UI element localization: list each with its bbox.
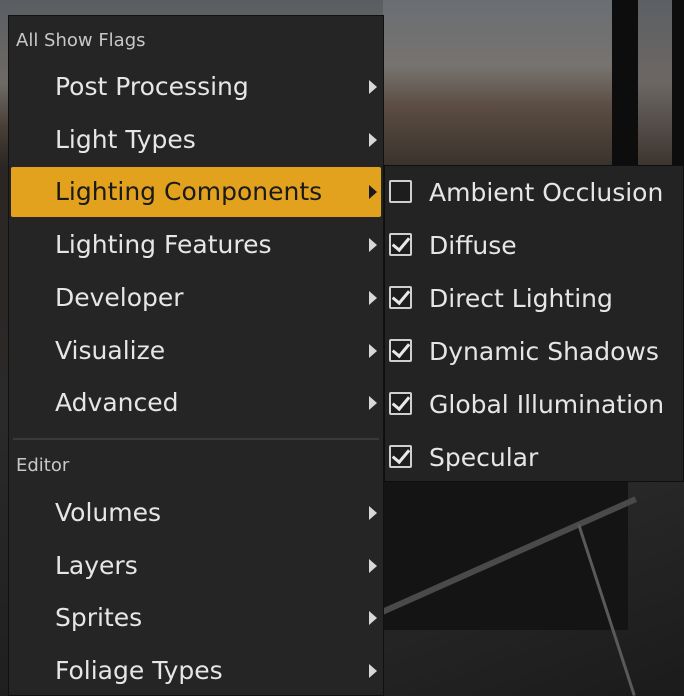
menu-item-label: Developer [55,283,184,312]
menu-item-label: Foliage Types [55,656,223,685]
menu-item-lighting-features[interactable]: Lighting Features [11,220,381,270]
submenu-item-label: Global Illumination [429,390,665,419]
viewport-sky [383,0,613,165]
checkmark-icon [391,232,411,253]
submenu-arrow-icon [369,664,377,678]
submenu-arrow-icon [369,559,377,573]
menu-item-advanced[interactable]: Advanced [11,378,381,428]
viewport-pillar [612,0,638,175]
submenu-item-label: Direct Lighting [429,284,613,313]
submenu-item-global-illumination[interactable]: Global Illumination [385,378,683,431]
submenu-item-diffuse[interactable]: Diffuse [385,219,683,272]
menu-item-post-processing[interactable]: Post Processing [11,62,381,112]
menu-item-visualize[interactable]: Visualize [11,326,381,376]
viewport-sky-right [638,0,672,165]
submenu-item-specular[interactable]: Specular [385,431,683,484]
menu-separator [13,438,379,440]
submenu-arrow-icon [369,238,377,252]
section-header-editor: Editor [16,455,70,476]
submenu-arrow-icon [369,611,377,625]
checkbox-direct-lighting[interactable] [389,285,412,309]
menu-item-label: Light Types [55,125,196,154]
submenu-arrow-icon [369,344,377,358]
menu-item-label: Visualize [55,336,166,365]
submenu-item-ambient-occlusion[interactable]: Ambient Occlusion [385,166,683,219]
menu-item-volumes[interactable]: Volumes [11,488,381,538]
menu-item-label: Lighting Components [55,177,323,206]
menu-item-foliage-types[interactable]: Foliage Types [11,646,381,696]
menu-item-label: Sprites [55,603,143,632]
submenu-item-label: Specular [429,443,539,472]
submenu-item-label: Dynamic Shadows [429,337,659,366]
submenu-arrow-icon [369,80,377,94]
menu-item-label: Advanced [55,388,179,417]
menu-item-label: Volumes [55,498,162,527]
submenu-arrow-icon [369,133,377,147]
checkbox-diffuse[interactable] [389,232,412,256]
checkmark-icon [391,444,411,465]
lighting-components-submenu: Ambient Occlusion Diffuse Direct Lightin… [384,165,684,482]
viewport-pillar [672,0,684,175]
show-flags-menu: All Show Flags Post Processing Light Typ… [8,15,384,696]
menu-item-sprites[interactable]: Sprites [11,593,381,643]
checkmark-icon [391,391,411,412]
checkbox-specular[interactable] [389,444,412,468]
submenu-arrow-icon [369,291,377,305]
submenu-item-label: Diffuse [429,231,517,260]
checkbox-global-illumination[interactable] [389,391,412,415]
menu-item-developer[interactable]: Developer [11,273,381,323]
checkbox-ambient-occlusion[interactable] [389,180,412,203]
submenu-item-dynamic-shadows[interactable]: Dynamic Shadows [385,325,683,378]
menu-item-label: Layers [55,551,138,580]
submenu-item-direct-lighting[interactable]: Direct Lighting [385,272,683,325]
submenu-arrow-icon [369,506,377,520]
checkmark-icon [391,285,411,306]
checkmark-icon [391,338,411,359]
submenu-item-label: Ambient Occlusion [429,178,664,207]
submenu-arrow-icon [369,185,377,199]
menu-item-layers[interactable]: Layers [11,541,381,591]
submenu-arrow-icon [369,396,377,410]
menu-item-light-types[interactable]: Light Types [11,115,381,165]
menu-item-label: Post Processing [55,72,249,101]
menu-item-label: Lighting Features [55,230,272,259]
checkbox-dynamic-shadows[interactable] [389,338,412,362]
section-header-all-show-flags: All Show Flags [16,30,146,51]
menu-item-lighting-components[interactable]: Lighting Components [11,167,381,217]
